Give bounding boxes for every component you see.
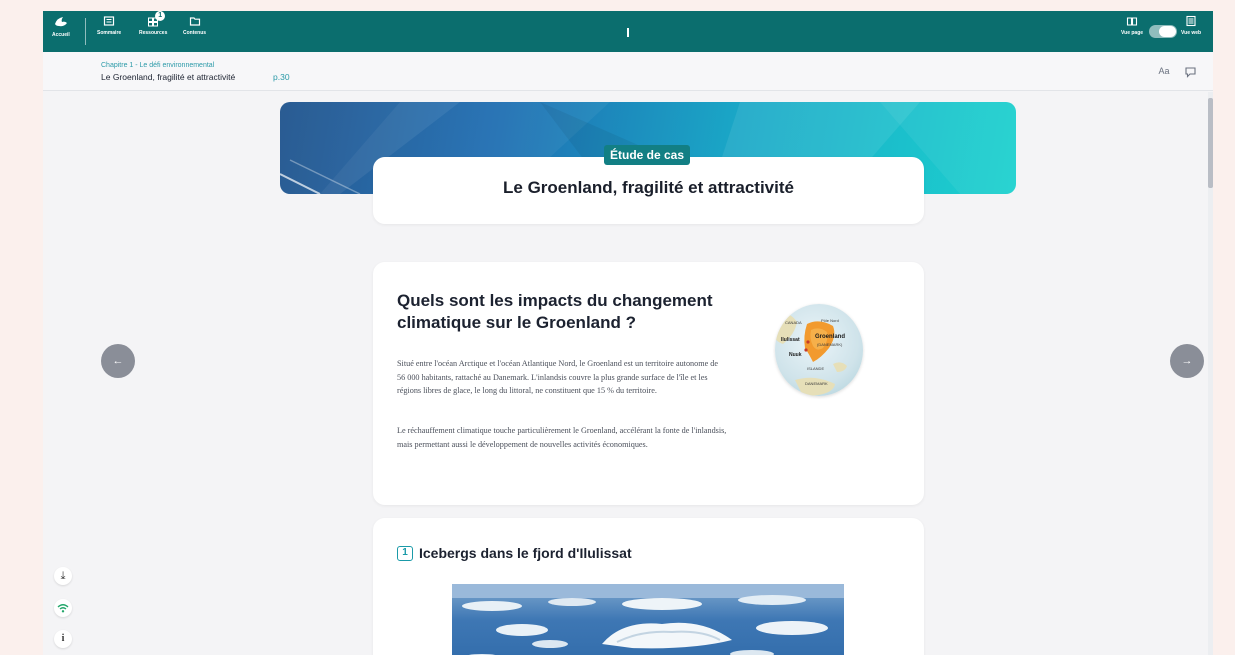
folder-icon <box>189 17 200 26</box>
top-toolbar: Accueil Sommaire 1 Ressources Contenus V… <box>43 11 1213 52</box>
download-icon: ⤓ <box>60 570 66 582</box>
resources-button[interactable]: 1 Ressources <box>139 11 168 36</box>
info-icon: i <box>61 633 65 644</box>
view-mode-toggle[interactable] <box>1149 25 1177 38</box>
breadcrumb-title: Le Groenland, fragilité et attractivité <box>101 72 236 82</box>
content-viewport[interactable]: Étude de cas Le Groenland, fragilité et … <box>43 92 1208 655</box>
case-study-tag: Étude de cas <box>604 145 691 165</box>
page-number: p.30 <box>273 72 290 82</box>
info-button[interactable]: i <box>54 630 72 648</box>
document-card: 1 Icebergs dans le fjord d'Ilulissat <box>373 518 924 655</box>
web-view-icon <box>1186 15 1196 27</box>
page-view-button[interactable]: Vue page <box>1121 15 1143 36</box>
home-button[interactable]: Accueil <box>52 15 70 38</box>
map-label-pole: Pôle Nord <box>821 318 839 323</box>
intro-paragraph-1: Situé entre l'océan Arctique et l'océan … <box>397 359 719 395</box>
icebergs-illustration <box>452 584 844 655</box>
map-label-ilulissat: Ilulissat <box>781 337 800 343</box>
title-card: Étude de cas Le Groenland, fragilité et … <box>373 145 924 224</box>
resources-badge: 1 <box>155 11 166 21</box>
wifi-status-button[interactable] <box>54 599 72 617</box>
download-button[interactable]: ⤓ <box>54 567 72 585</box>
arrow-right-icon: → <box>1181 355 1193 367</box>
wifi-icon <box>57 604 69 613</box>
scrollbar-thumb[interactable] <box>1208 98 1213 188</box>
web-view-label: Vue web <box>1181 30 1202 36</box>
page-view-label: Vue page <box>1121 30 1144 36</box>
toolbar-divider <box>85 18 86 45</box>
map-label-canada: CANADA <box>785 320 802 325</box>
map-label-nuuk: Nuuk <box>789 352 802 358</box>
toggle-knob <box>1159 26 1176 37</box>
vertical-scrollbar[interactable] <box>1208 92 1213 655</box>
page-title: Le Groenland, fragilité et attractivité <box>503 178 794 197</box>
greenland-globe-map: CANADA Pôle Nord Groenland (DANEMARK) Il… <box>775 304 863 396</box>
comment-icon[interactable] <box>1182 66 1198 80</box>
resources-icon-wrap: 1 <box>147 11 166 27</box>
map-label-denmark-tag: (DANEMARK) <box>817 342 843 347</box>
document-title: Icebergs dans le fjord d'Ilulissat <box>419 545 632 561</box>
arrow-left-icon: ← <box>112 355 124 367</box>
text-cursor-icon <box>627 28 629 37</box>
breadcrumb: Chapitre 1 - Le défi environnemental Le … <box>43 52 1213 91</box>
intro-paragraph-2: Le réchauffement climatique touche parti… <box>397 426 727 449</box>
icebergs-photo <box>452 584 844 655</box>
summary-label: Sommaire <box>97 30 122 36</box>
intro-card: Quels sont les impacts du changement cli… <box>373 262 924 505</box>
map-label-islande: ISLANDE <box>807 366 825 371</box>
contents-button[interactable]: Contenus <box>183 15 206 36</box>
intro-question: Quels sont les impacts du changement cli… <box>397 291 713 332</box>
contents-label: Contenus <box>183 30 207 36</box>
document-number: 1 <box>397 546 413 561</box>
chapter-link[interactable]: Chapitre 1 - Le défi environnemental <box>101 62 214 69</box>
font-size-icon[interactable]: Aa <box>1156 66 1172 80</box>
app-window: Accueil Sommaire 1 Ressources Contenus V… <box>43 11 1213 655</box>
summary-button[interactable]: Sommaire <box>97 15 121 36</box>
map-label-greenland: Groenland <box>815 334 846 340</box>
summary-icon <box>103 16 115 26</box>
previous-page-button[interactable]: ← <box>101 344 135 378</box>
home-logo-icon <box>54 17 67 27</box>
resources-label: Ressources <box>139 30 168 36</box>
next-page-button[interactable]: → <box>1170 344 1204 378</box>
web-view-button[interactable]: Vue web <box>1181 15 1201 36</box>
book-icon <box>1126 17 1138 26</box>
map-label-danemark: DANEMARK <box>805 381 828 386</box>
home-label: Accueil <box>52 32 70 38</box>
